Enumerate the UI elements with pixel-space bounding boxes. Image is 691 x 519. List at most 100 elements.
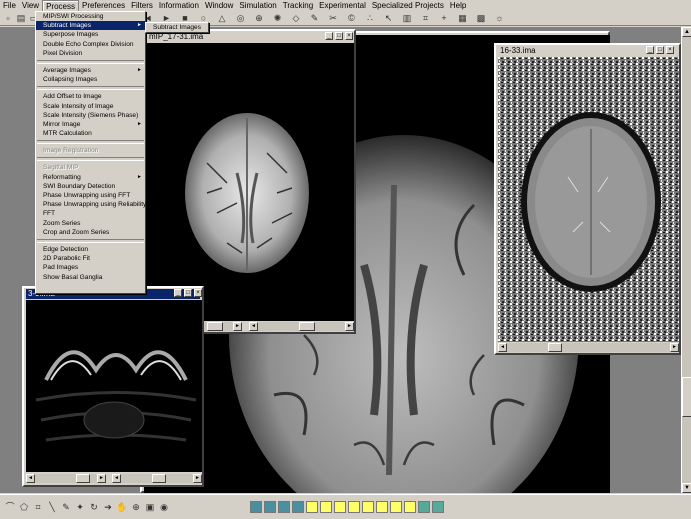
- menu-item-mip-swi-processing[interactable]: MIP/SWI Processing: [36, 12, 145, 21]
- menu-item-mirror-image[interactable]: Mirror Image ►: [36, 120, 145, 129]
- lut-color-swatch[interactable]: [278, 501, 290, 513]
- maximize-button[interactable]: □: [656, 46, 664, 54]
- menu-item-collapsing-images[interactable]: Collapsing Images: [36, 75, 145, 84]
- menu-item-double-echo-complex-division[interactable]: Double Echo Complex Division: [36, 40, 145, 49]
- horizontal-scrollbar[interactable]: ◄ ►: [112, 474, 202, 483]
- breast-image-window[interactable]: 3-9.ima _ □ × ◄ ► ◄ ►: [22, 286, 204, 487]
- scroll-thumb[interactable]: [207, 322, 223, 331]
- line-icon[interactable]: ╲: [46, 501, 58, 513]
- lut-color-swatch[interactable]: [348, 501, 360, 513]
- horizontal-scrollbar[interactable]: ◄ ►: [26, 474, 106, 483]
- zoom-icon[interactable]: ⊕: [130, 501, 142, 513]
- triangle-icon[interactable]: △: [216, 12, 228, 24]
- menu-item-average-images[interactable]: Average Images ►: [36, 66, 145, 75]
- copyright-icon[interactable]: ©: [346, 12, 358, 24]
- menu-item-swi-boundary-detection[interactable]: SWI Boundary Detection: [36, 182, 145, 191]
- menu-view[interactable]: View: [19, 0, 42, 11]
- scroll-right-button[interactable]: ►: [670, 343, 679, 352]
- crosshair-icon[interactable]: ⊕: [253, 12, 265, 24]
- menu-help[interactable]: Help: [447, 0, 469, 11]
- menu-experimental[interactable]: Experimental: [316, 0, 369, 11]
- menu-item-reformatting[interactable]: Reformatting ►: [36, 173, 145, 182]
- menu-item-fft[interactable]: FFT: [36, 209, 145, 218]
- menu-tracking[interactable]: Tracking: [280, 0, 316, 11]
- rotate-icon[interactable]: ↻: [88, 501, 100, 513]
- filter-icon[interactable]: ◉: [158, 501, 170, 513]
- arrow-icon[interactable]: ➔: [102, 501, 114, 513]
- menu-process[interactable]: Process: [42, 0, 79, 11]
- open-icon[interactable]: ▤: [15, 12, 27, 24]
- scroll-thumb[interactable]: [548, 343, 562, 352]
- plus-icon[interactable]: +: [438, 12, 450, 24]
- lut-color-swatch[interactable]: [432, 501, 444, 513]
- menu-item-crop-and-zoom-series[interactable]: Crop and Zoom Series: [36, 228, 145, 237]
- gear-icon[interactable]: ✺: [272, 12, 284, 24]
- menu-item-show-basal-ganglia[interactable]: Show Basal Ganglia: [36, 273, 145, 282]
- menu-item-pad-images[interactable]: Pad Images: [36, 263, 145, 272]
- bulb-icon[interactable]: ☼: [494, 12, 506, 24]
- scroll-left-button[interactable]: ◄: [112, 474, 121, 483]
- lut-color-swatch[interactable]: [362, 501, 374, 513]
- scroll-thumb[interactable]: [76, 474, 90, 483]
- crop-icon[interactable]: ⌗: [32, 501, 44, 513]
- scroll-right-button[interactable]: ►: [345, 322, 354, 331]
- submenu-item-subtract-images[interactable]: Subtract Images: [146, 23, 208, 32]
- menu-simulation[interactable]: Simulation: [236, 0, 279, 11]
- menu-item-subtract-images[interactable]: Subtract Images ►: [36, 21, 145, 31]
- scroll-thumb[interactable]: [299, 322, 315, 331]
- crop-icon[interactable]: ⌗: [420, 12, 432, 24]
- menu-information[interactable]: Information: [156, 0, 202, 11]
- lut-color-swatch[interactable]: [306, 501, 318, 513]
- menu-item-scale-intensity-of-image[interactable]: Scale Intensity of Image: [36, 102, 145, 111]
- hand-icon[interactable]: ✋: [116, 501, 128, 513]
- new-icon[interactable]: ▫: [2, 12, 14, 24]
- minimize-button[interactable]: _: [646, 46, 654, 54]
- lut-color-swatch[interactable]: [264, 501, 276, 513]
- scroll-left-button[interactable]: ◄: [498, 343, 507, 352]
- pencil-icon[interactable]: ✎: [60, 501, 72, 513]
- menu-window[interactable]: Window: [202, 0, 236, 11]
- menu-item-superpose-images[interactable]: Superpose Images: [36, 30, 145, 39]
- color-icon[interactable]: ▣: [144, 501, 156, 513]
- lut-color-swatch[interactable]: [390, 501, 402, 513]
- scroll-up-button[interactable]: ▲: [682, 27, 691, 37]
- lut-color-swatch[interactable]: [292, 501, 304, 513]
- main-vertical-scrollbar[interactable]: ▲ ▼: [681, 27, 691, 493]
- menu-preferences[interactable]: Preferences: [79, 0, 128, 11]
- lut-color-swatch[interactable]: [376, 501, 388, 513]
- lut-color-swatch[interactable]: [320, 501, 332, 513]
- tools-icon[interactable]: ✂: [327, 12, 339, 24]
- magic-wand-icon[interactable]: ✦: [74, 501, 86, 513]
- maximize-button[interactable]: □: [184, 289, 192, 297]
- scroll-right-button[interactable]: ►: [193, 474, 202, 483]
- pointer-icon[interactable]: ↖: [383, 12, 395, 24]
- table-icon[interactable]: ▦: [457, 12, 469, 24]
- scroll-right-button[interactable]: ►: [233, 322, 242, 331]
- scroll-right-button[interactable]: ►: [97, 474, 106, 483]
- horizontal-scrollbar[interactable]: ◄ ►: [498, 343, 679, 352]
- close-button[interactable]: ×: [194, 289, 202, 297]
- scroll-thumb[interactable]: [682, 377, 691, 417]
- lut-color-swatch[interactable]: [334, 501, 346, 513]
- minimize-button[interactable]: _: [325, 32, 333, 40]
- lut-color-swatch[interactable]: [250, 501, 262, 513]
- menu-item-edge-detection[interactable]: Edge Detection: [36, 245, 145, 254]
- menu-item-scale-intensity-siemens-phase-[interactable]: Scale Intensity (Siemens Phase): [36, 111, 145, 120]
- scroll-down-button[interactable]: ▼: [682, 483, 691, 493]
- maximize-button[interactable]: □: [335, 32, 343, 40]
- menu-item-2d-parabolic-fit[interactable]: 2D Parabolic Fit: [36, 254, 145, 263]
- lut-color-swatch[interactable]: [418, 501, 430, 513]
- polygon-icon[interactable]: ⬠: [18, 501, 30, 513]
- menu-item-mtr-calculation[interactable]: MTR Calculation: [36, 129, 145, 138]
- menu-item-phase-unwrapping-using-reliability[interactable]: Phase Unwrapping using Reliability: [36, 200, 146, 209]
- minimize-button[interactable]: _: [174, 289, 182, 297]
- menu-item-phase-unwrapping-using-fft[interactable]: Phase Unwrapping using FFT: [36, 191, 145, 200]
- lasso-icon[interactable]: ⌒: [4, 501, 16, 513]
- scroll-left-button[interactable]: ◄: [26, 474, 35, 483]
- circle-dot-icon[interactable]: ◎: [235, 12, 247, 24]
- pen-icon[interactable]: ✎: [309, 12, 321, 24]
- dots-icon[interactable]: ∴: [364, 12, 376, 24]
- menu-file[interactable]: File: [0, 0, 19, 11]
- close-button[interactable]: ×: [345, 32, 353, 40]
- horizontal-scrollbar[interactable]: ◄ ►: [249, 322, 354, 331]
